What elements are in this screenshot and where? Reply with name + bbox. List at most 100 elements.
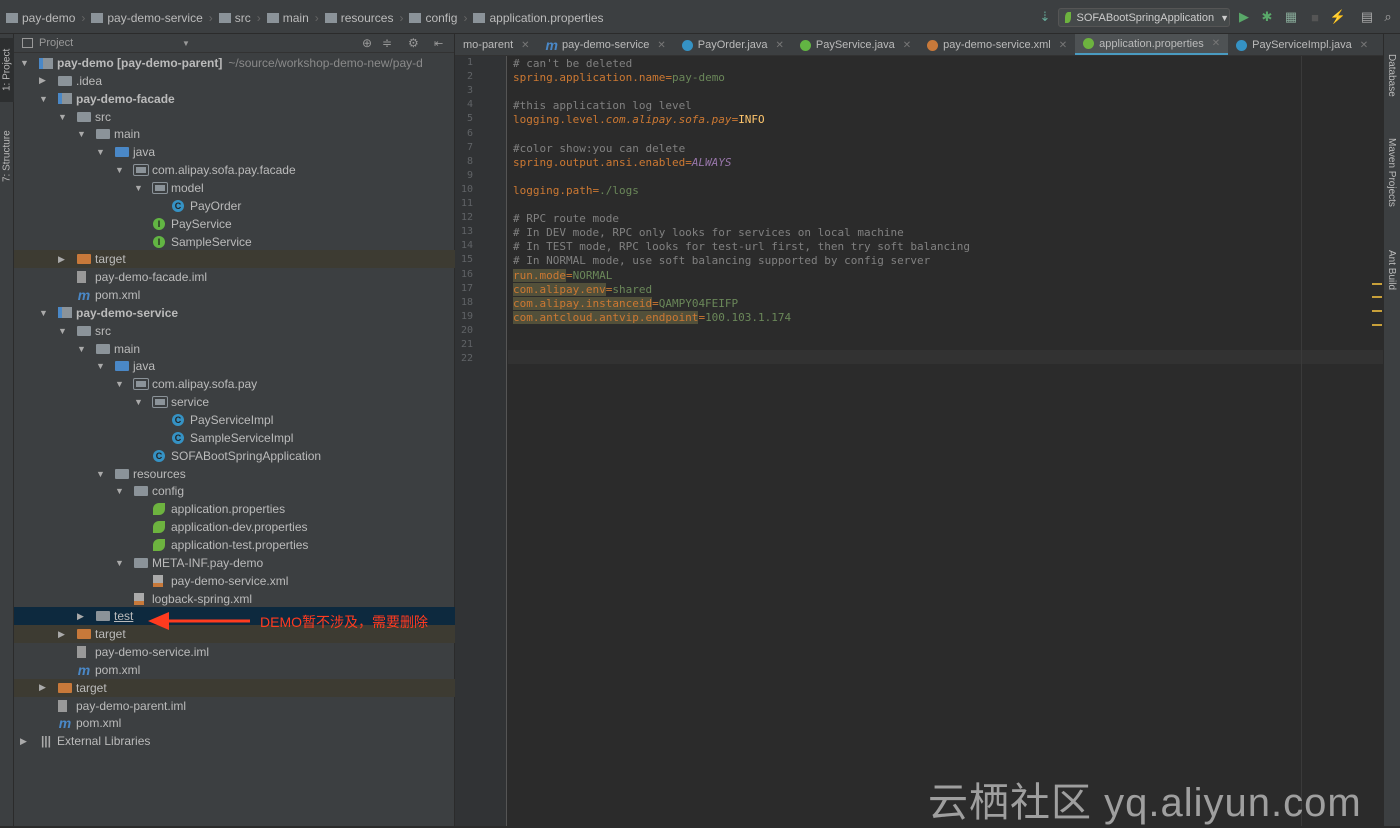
tree-item[interactable]: pay-demo-service.iml: [14, 643, 455, 661]
breadcrumb-item[interactable]: config ›: [409, 11, 467, 25]
tree-item[interactable]: ▼ service: [14, 393, 455, 411]
tab-pay-demo-service[interactable]: m pay-demo-service ✕: [538, 34, 674, 55]
tree-item[interactable]: ▼ META-INF.pay-demo: [14, 554, 455, 572]
close-icon[interactable]: ✕: [1059, 40, 1067, 51]
scroll-from-source-icon[interactable]: ⊕: [362, 36, 372, 50]
chevron-right-icon[interactable]: ▶: [20, 736, 30, 747]
tree-item[interactable]: C PayServiceImpl: [14, 411, 455, 429]
chevron-down-icon[interactable]: ▼: [96, 469, 106, 479]
chevron-right-icon[interactable]: ▶: [58, 629, 68, 640]
build-icon[interactable]: ⇣: [1038, 9, 1052, 24]
tree-item[interactable]: ▼ config: [14, 482, 455, 500]
tree-item[interactable]: ▼ src: [14, 108, 455, 126]
chevron-right-icon[interactable]: ▶: [39, 75, 49, 86]
tree-item[interactable]: I PayService: [14, 215, 455, 233]
chevron-down-icon[interactable]: ▼: [20, 58, 30, 68]
tree-item[interactable]: ▼ resources: [14, 465, 455, 483]
chevron-down-icon[interactable]: ▼: [134, 397, 144, 407]
tree-item[interactable]: ▼ main: [14, 125, 455, 143]
error-stripe-mark[interactable]: [1372, 296, 1382, 298]
tree-item[interactable]: ▼ java: [14, 357, 455, 375]
tree-item[interactable]: I SampleService: [14, 233, 455, 251]
breadcrumb-item[interactable]: src ›: [218, 11, 261, 25]
tool-tab-maven-projects[interactable]: Maven Projects: [1386, 138, 1397, 207]
tree-item[interactable]: logback-spring.xml: [14, 590, 455, 608]
tool-tab-ant-build[interactable]: Ant Build: [1386, 250, 1397, 290]
tree-item[interactable]: pay-demo-facade.iml: [14, 268, 455, 286]
tree-item[interactable]: ▼ com.alipay.sofa.pay.facade: [14, 161, 455, 179]
tree-item[interactable]: application.properties: [14, 500, 455, 518]
tree-item[interactable]: ▶ target: [14, 678, 455, 697]
chevron-right-icon[interactable]: ▶: [77, 611, 87, 622]
chevron-down-icon[interactable]: ▼: [96, 147, 106, 157]
run-config-select[interactable]: SOFABootSpringApplication ▼: [1058, 8, 1230, 27]
collapse-all-icon[interactable]: ≑: [382, 36, 392, 50]
tree-item[interactable]: ▼ java: [14, 143, 455, 161]
tree-item[interactable]: ▶ target: [14, 250, 455, 269]
search-icon[interactable]: ⌕: [1381, 9, 1395, 24]
tree-item[interactable]: application-test.properties: [14, 536, 455, 554]
chevron-down-icon[interactable]: ▼: [115, 165, 125, 175]
tree-item[interactable]: C PayOrder: [14, 197, 455, 215]
chevron-down-icon[interactable]: ▼: [77, 129, 87, 139]
run-icon[interactable]: ▶: [1237, 9, 1251, 24]
debug-icon[interactable]: ✱: [1260, 9, 1274, 24]
project-view-select[interactable]: Project: [39, 37, 73, 49]
error-stripe-mark[interactable]: [1372, 283, 1382, 285]
tab-overflow-menu[interactable]: ≡1: [1376, 34, 1383, 55]
tree-item[interactable]: pay-demo-parent.iml: [14, 697, 455, 715]
breadcrumb-item[interactable]: main ›: [266, 11, 319, 25]
tree-item[interactable]: m pom.xml: [14, 714, 455, 732]
breadcrumb-item[interactable]: pay-demo-service ›: [91, 11, 213, 25]
tool-tab-structure[interactable]: 7: Structure: [0, 120, 14, 192]
tool-tab-project[interactable]: 1: Project: [0, 38, 14, 102]
tree-item[interactable]: C SOFABootSpringApplication: [14, 447, 455, 465]
tree-item[interactable]: application-dev.properties: [14, 518, 455, 536]
chevron-down-icon[interactable]: ▼: [39, 308, 49, 318]
breadcrumb-item[interactable]: pay-demo ›: [6, 11, 85, 25]
tree-item[interactable]: ▼ pay-demo [pay-demo-parent] ~/source/work…: [14, 54, 455, 72]
tree-item[interactable]: m pom.xml: [14, 286, 455, 304]
close-icon[interactable]: ✕: [521, 40, 529, 51]
chevron-down-icon[interactable]: ▼: [58, 112, 68, 122]
tree-item[interactable]: m pom.xml: [14, 661, 455, 679]
close-icon[interactable]: ✕: [657, 40, 665, 51]
close-icon[interactable]: ✕: [776, 40, 784, 51]
breadcrumb-item[interactable]: application.properties: [473, 11, 604, 25]
hide-panel-icon[interactable]: ⇤: [434, 37, 443, 50]
close-icon[interactable]: ✕: [903, 40, 911, 51]
tree-item[interactable]: pay-demo-service.xml: [14, 572, 455, 590]
chevron-down-icon[interactable]: ▼: [115, 558, 125, 568]
chevron-down-icon[interactable]: ▼: [77, 344, 87, 354]
stop-icon[interactable]: ■: [1308, 10, 1322, 25]
close-icon[interactable]: ✕: [1360, 40, 1368, 51]
tree-item[interactable]: ▼ model: [14, 179, 455, 197]
chevron-right-icon[interactable]: ▶: [39, 682, 49, 693]
code-editor[interactable]: 1 2 3 4 5 6 7 8 9 10 11 12 13 14 15 16 17 18 19 20 21 22 # ca…: [455, 56, 1383, 826]
tab-payorder-java[interactable]: PayOrder.java ✕: [674, 34, 792, 55]
tab-mo-parent[interactable]: mo-parent ✕: [455, 34, 538, 55]
chevron-down-icon[interactable]: ▼: [182, 39, 190, 48]
close-icon[interactable]: ✕: [1212, 38, 1220, 49]
breadcrumb-item[interactable]: resources ›: [324, 11, 403, 25]
error-stripe-mark[interactable]: [1372, 324, 1382, 326]
chevron-down-icon[interactable]: ▼: [115, 486, 125, 496]
tab-pay-demo-service-xml[interactable]: pay-demo-service.xml ✕: [919, 34, 1075, 55]
tab-payservice-java[interactable]: PayService.java ✕: [792, 34, 919, 55]
tree-item[interactable]: ▼ src: [14, 322, 455, 340]
tree-item[interactable]: ▼ com.alipay.sofa.pay: [14, 375, 455, 393]
tab-application-properties[interactable]: application.properties ✕: [1075, 34, 1229, 55]
error-stripe-mark[interactable]: [1372, 310, 1382, 312]
chevron-down-icon[interactable]: ▼: [134, 183, 144, 193]
project-structure-icon[interactable]: ▤: [1360, 9, 1374, 24]
tree-item[interactable]: C SampleServiceImpl: [14, 429, 455, 447]
tool-tab-database[interactable]: Database: [1386, 54, 1397, 97]
tree-item[interactable]: ▼ main: [14, 340, 455, 358]
coverage-icon[interactable]: ▦: [1284, 9, 1298, 24]
attach-icon[interactable]: ⚡: [1330, 9, 1346, 24]
chevron-down-icon[interactable]: ▼: [58, 326, 68, 336]
tab-payserviceimpl-java[interactable]: PayServiceImpl.java ✕: [1228, 34, 1376, 55]
chevron-down-icon[interactable]: ▼: [115, 379, 125, 389]
gear-icon[interactable]: ⚙: [408, 36, 419, 50]
tree-item[interactable]: ▶ .idea: [14, 72, 455, 90]
